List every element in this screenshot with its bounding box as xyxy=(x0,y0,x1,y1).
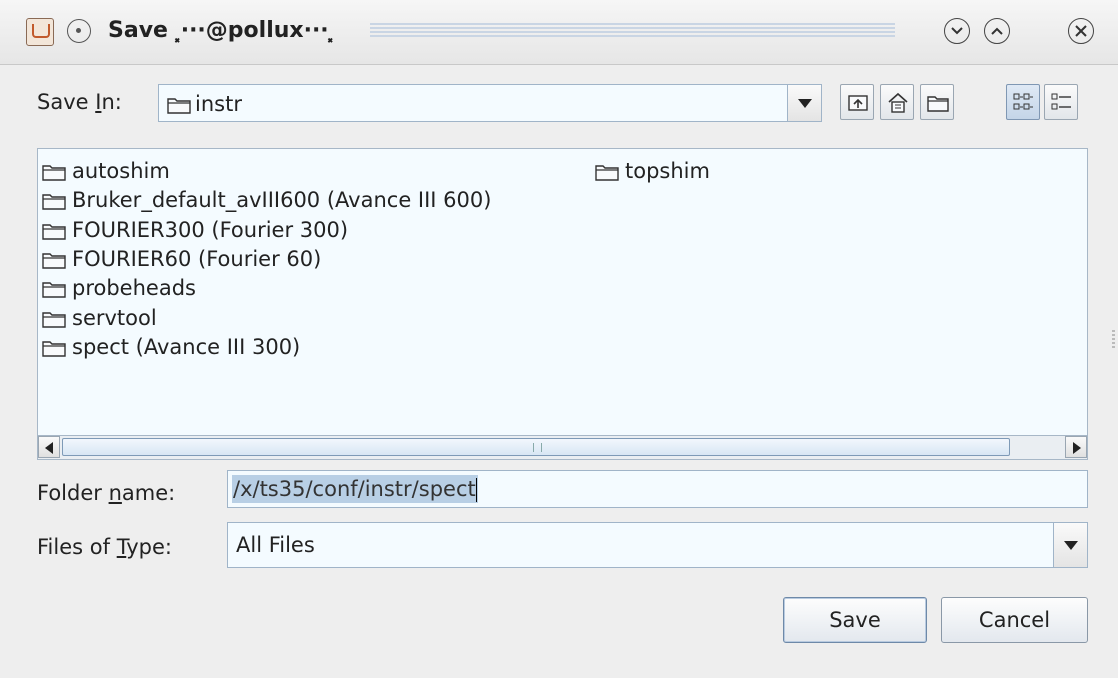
folder-name-selected-text: /x/ts35/conf/instr/spect xyxy=(232,475,478,503)
folder-list-item[interactable]: spect (Avance III 300) xyxy=(42,333,300,361)
horizontal-scrollbar[interactable] xyxy=(38,435,1087,459)
folder-list-item[interactable]: probeheads xyxy=(42,274,196,302)
folder-list-item[interactable]: Bruker_default_avIII600 (Avance III 600) xyxy=(42,186,491,214)
folder-list-item-label: FOURIER300 (Fourier 300) xyxy=(72,217,349,242)
save-button[interactable]: Save xyxy=(783,597,927,643)
details-view-icon xyxy=(1051,93,1071,110)
folder-icon xyxy=(595,163,619,181)
folder-up-icon xyxy=(848,95,868,111)
folder-icon xyxy=(42,251,66,269)
scroll-left-arrow[interactable] xyxy=(38,436,60,458)
folder-list-item-label: spect (Avance III 300) xyxy=(72,334,301,359)
java-app-icon xyxy=(26,18,54,46)
save-in-combo-content: instr xyxy=(167,90,242,118)
list-view-button[interactable] xyxy=(1006,84,1040,120)
home-icon xyxy=(888,92,908,113)
folder-icon xyxy=(42,163,66,181)
close-icon xyxy=(1075,25,1087,37)
close-button[interactable] xyxy=(1068,18,1094,44)
folder-icon xyxy=(42,280,66,298)
save-dialog: Save ⸼···@pollux···⸼ Save In: instr auto… xyxy=(0,0,1118,678)
folder-icon xyxy=(42,192,66,210)
chevron-up-icon xyxy=(991,27,1003,35)
maximize-button[interactable] xyxy=(984,18,1010,44)
file-list[interactable]: autoshim Bruker_default_avIII600 (Avance … xyxy=(37,148,1088,460)
details-view-button[interactable] xyxy=(1044,84,1078,120)
folder-list-item[interactable]: servtool xyxy=(42,304,157,332)
folder-list-item[interactable]: topshim xyxy=(595,157,710,185)
files-of-type-value: All Files xyxy=(236,533,315,557)
folder-list-item-label: servtool xyxy=(72,305,157,330)
files-of-type-combo[interactable]: All Files xyxy=(227,522,1088,568)
folder-name-label: Folder name: xyxy=(37,481,175,505)
folder-icon xyxy=(167,96,191,114)
title-bar[interactable]: Save ⸼···@pollux···⸼ xyxy=(0,0,1118,65)
folder-list-item[interactable]: FOURIER60 (Fourier 60) xyxy=(42,245,321,273)
folder-name-input[interactable]: /x/ts35/conf/instr/spect xyxy=(227,470,1088,508)
new-folder-button[interactable] xyxy=(920,84,954,120)
window-menu-icon[interactable] xyxy=(67,19,91,43)
files-of-type-label-mnemonic: T xyxy=(116,535,127,559)
text-caret xyxy=(475,478,477,502)
scroll-thumb[interactable] xyxy=(62,438,1010,456)
folder-list-item[interactable]: FOURIER300 (Fourier 300) xyxy=(42,216,348,244)
list-view-icon xyxy=(1013,93,1033,110)
resize-grip[interactable] xyxy=(1112,330,1115,350)
folder-icon xyxy=(42,339,66,357)
files-of-type-label-pre: Files of xyxy=(37,535,117,559)
title-bar-grip xyxy=(370,23,895,37)
save-in-label: Save In: xyxy=(37,90,122,114)
folder-icon xyxy=(42,310,66,328)
folder-icon xyxy=(42,222,66,240)
save-in-label-post: n: xyxy=(101,90,122,114)
up-one-level-button[interactable] xyxy=(840,84,874,120)
folder-name-label-pre: Folder xyxy=(37,481,109,505)
folder-name-label-post: ame: xyxy=(121,481,176,505)
chevron-down-icon xyxy=(951,27,963,35)
window-title: Save ⸼···@pollux···⸼ xyxy=(108,18,334,43)
new-folder-icon xyxy=(927,96,949,112)
folder-list-item-label: Bruker_default_avIII600 (Avance III 600) xyxy=(72,188,492,213)
minimize-button[interactable] xyxy=(944,18,970,44)
save-in-dropdown-arrow[interactable] xyxy=(787,85,821,121)
scroll-right-arrow[interactable] xyxy=(1065,436,1087,458)
save-in-combo[interactable]: instr xyxy=(158,84,822,122)
save-in-label-pre: Save xyxy=(37,90,96,114)
files-of-type-label-post: ype: xyxy=(126,535,173,559)
files-of-type-label: Files of Type: xyxy=(37,535,172,559)
folder-list-item[interactable]: autoshim xyxy=(42,157,170,185)
folder-list-item-label: topshim xyxy=(625,159,710,183)
save-in-value: instr xyxy=(195,92,242,116)
folder-list-item-label: probeheads xyxy=(72,276,196,301)
cancel-button[interactable]: Cancel xyxy=(941,597,1088,643)
files-of-type-dropdown-arrow[interactable] xyxy=(1053,523,1087,567)
folder-list-item-label: autoshim xyxy=(72,159,170,183)
folder-list-item-label: FOURIER60 (Fourier 60) xyxy=(72,246,322,271)
folder-name-label-mnemonic: n xyxy=(108,481,122,505)
home-button[interactable] xyxy=(880,84,914,120)
